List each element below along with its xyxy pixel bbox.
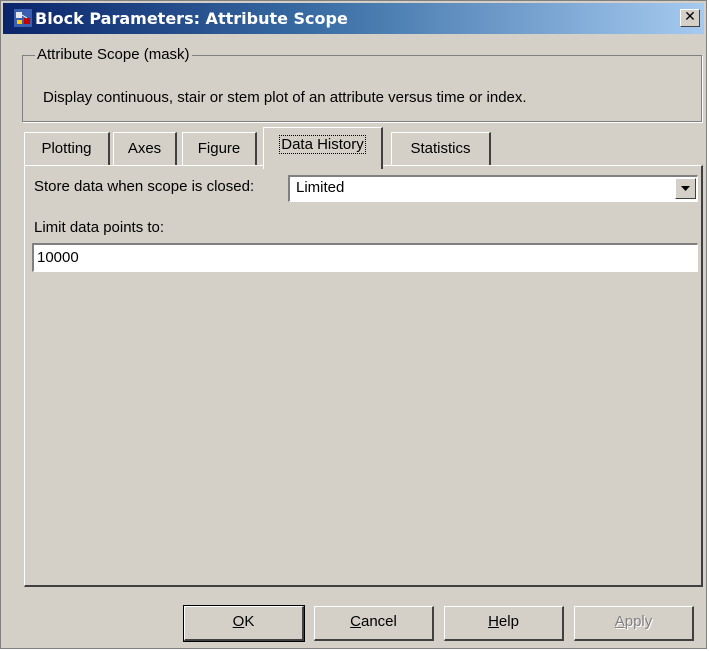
tab-figure[interactable]: Figure [182,132,257,166]
help-mnemonic: H [488,613,499,630]
apply-mnemonic: A [614,613,625,630]
ok-mnemonic: O [232,613,245,630]
limit-points-input[interactable]: 10000 [32,243,698,272]
help-button[interactable]: Help [444,606,564,641]
chevron-down-icon [681,186,690,191]
cancel-label-rest: ancel [360,613,397,630]
tab-label: Figure [197,140,241,157]
mask-description: Display continuous, stair or stem plot o… [43,89,527,106]
cancel-mnemonic: C [350,613,361,630]
tab-statistics[interactable]: Statistics [391,132,491,166]
dialog-window: Block Parameters: Attribute Scope ✕ Attr… [0,0,707,649]
apply-button[interactable]: Apply [574,606,694,641]
window-title: Block Parameters: Attribute Scope [35,9,348,28]
tab-data-history[interactable]: Data History [263,127,383,169]
tab-axes[interactable]: Axes [113,132,177,166]
limit-points-label: Limit data points to: [34,219,165,236]
store-data-dropdown[interactable]: Limited [288,175,698,202]
tab-label: Data History [279,135,366,154]
simulink-block-icon [14,9,32,27]
close-button[interactable]: ✕ [680,9,700,27]
tab-label: Plotting [41,140,92,157]
tab-label: Axes [127,140,162,157]
mask-legend: Attribute Scope (mask) [35,46,192,63]
ok-button[interactable]: OK [183,605,305,642]
close-icon: ✕ [684,9,696,25]
dropdown-button[interactable] [675,178,696,199]
tab-label: Statistics [410,140,471,157]
title-bar[interactable]: Block Parameters: Attribute Scope ✕ [3,3,704,34]
cancel-button[interactable]: Cancel [314,606,434,641]
help-label-rest: elp [498,613,519,630]
store-data-label: Store data when scope is closed: [34,178,255,195]
apply-label-rest: pply [624,613,653,630]
ok-label-rest: K [244,613,255,630]
store-data-value: Limited [296,179,345,196]
tab-plotting[interactable]: Plotting [24,132,110,166]
